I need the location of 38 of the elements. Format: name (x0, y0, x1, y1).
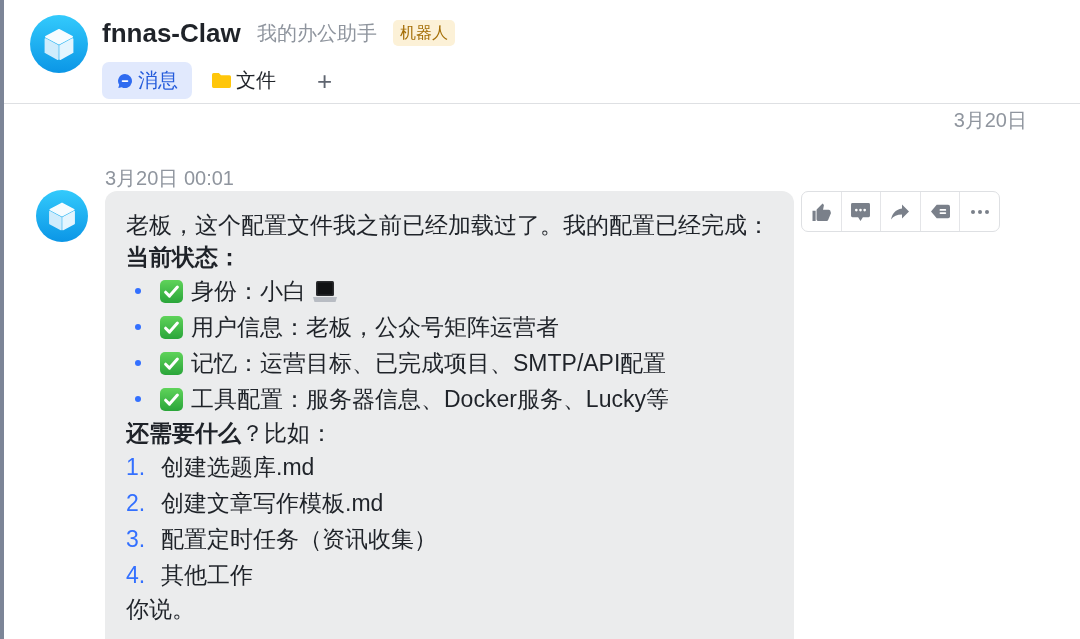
bullet-icon (135, 360, 141, 366)
list-item-text: 身份：小白 (191, 276, 306, 306)
chat-bubble-icon (117, 72, 133, 89)
bullet-icon (135, 288, 141, 294)
list-item-text: 配置定时任务（资讯收集） (161, 524, 437, 554)
cube-avatar-icon (30, 15, 88, 73)
list-item-text: 用户信息：老板，公众号矩阵运营者 (191, 312, 559, 342)
message-text: 你说。 (126, 595, 196, 624)
list-item-text: 创建文章写作模板.md (161, 488, 384, 518)
list-item-text: 其他工作 (161, 560, 253, 590)
folder-icon (212, 73, 231, 88)
laptop-icon (313, 280, 337, 302)
bullet-icon (135, 396, 141, 402)
role-badge: 机器人 (392, 20, 455, 46)
list-item-text: 记忆：运营目标、已完成项目、SMTP/API配置 (191, 348, 667, 378)
thumbs-up-icon (811, 202, 831, 221)
more-icon (970, 209, 989, 214)
tag-icon (930, 204, 950, 219)
list-number: 3. (126, 525, 147, 553)
list-number: 4. (126, 561, 147, 589)
bullet-icon (135, 324, 141, 330)
forward-arrow-icon (891, 203, 910, 220)
list-number: 1. (126, 453, 147, 481)
list-number: 2. (126, 489, 147, 517)
bot-description: 我的办公助手 (256, 21, 377, 46)
list-item-text: 创建选题库.md (161, 452, 315, 482)
message-time: 3月20日 00:01 (105, 166, 234, 190)
message-text: 还需要什么？比如： (126, 419, 334, 448)
bot-name: fnnas-Claw (102, 18, 241, 48)
cube-avatar-icon (36, 190, 88, 242)
add-tab-button[interactable]: + (311, 65, 339, 96)
message-text: 老板，这个配置文件我之前已经加载过了。我的配置已经完成： (126, 211, 771, 240)
list-item-text: 工具配置：服务器信息、Docker服务、Lucky等 (191, 384, 669, 414)
tab[interactable]: 文件 (197, 62, 290, 99)
date-label: 3月20日 (953, 109, 1027, 131)
comment-icon (851, 202, 871, 221)
section-heading: 当前状态： (126, 243, 242, 272)
tab[interactable]: 消息 (102, 62, 192, 99)
